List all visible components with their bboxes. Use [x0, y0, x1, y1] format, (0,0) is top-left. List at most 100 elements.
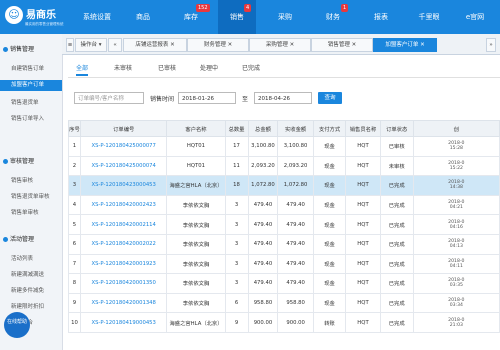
order-number-link[interactable]: XS-P-120180420001348: [79, 292, 168, 314]
quantity: 3: [224, 214, 249, 235]
nav-e-website[interactable]: e官网: [456, 0, 494, 34]
total-amount: 3,100.80: [247, 136, 279, 157]
sidebar-section-sales[interactable]: 销售管理: [3, 44, 34, 53]
total-amount: 479.40: [247, 194, 279, 216]
table-row[interactable]: 4 XS-P-120180420002423 李依依文胸 3 479.40 479.40 现…: [68, 194, 500, 216]
subtab-processing[interactable]: 处理中: [200, 63, 218, 72]
pay-method: 现金: [312, 253, 347, 275]
order-status: 已完成: [379, 175, 414, 196]
created-date: 2018-0 04:16: [412, 214, 500, 235]
customer-name: 海盛之宫HLA（北京）: [166, 312, 226, 333]
order-number-link[interactable]: XS-P-120180420002114: [79, 214, 168, 235]
paid-amount: 479.40: [277, 194, 314, 216]
logo-icon: ☺: [5, 6, 23, 24]
nav-purchase[interactable]: 采购: [266, 0, 304, 34]
nav-sales[interactable]: 销售 4: [218, 0, 256, 34]
nav-qianliyan[interactable]: 千里眼: [410, 0, 448, 34]
sales-badge: 4: [244, 4, 252, 12]
quantity: 17: [224, 136, 249, 157]
tab-sales[interactable]: 销售管理 ✕: [311, 38, 373, 52]
total-amount: 479.40: [247, 273, 279, 294]
sidebar-item-sales-review[interactable]: 销售审核: [11, 176, 33, 184]
created-time-line: 04:21: [449, 205, 463, 211]
order-status: 未审核: [379, 155, 414, 177]
nav-finance[interactable]: 财务 1: [314, 0, 352, 34]
subtab-all[interactable]: 全部: [76, 63, 89, 76]
order-status: 已完成: [379, 273, 414, 294]
customer-name: HQT01: [166, 155, 226, 177]
sidebar-item-new-multi[interactable]: 新建多件减免: [11, 286, 44, 294]
paid-amount: 900.00: [277, 312, 314, 333]
customer-name: 李依依文胸: [166, 214, 226, 235]
order-number-link[interactable]: XS-P-120180419000453: [79, 312, 168, 333]
order-number-link[interactable]: XS-P-120180423000453: [79, 175, 168, 196]
tab-franchise-order[interactable]: 加盟客户订单 ✕: [373, 38, 437, 52]
menu-toggle-icon[interactable]: ≡: [66, 38, 74, 52]
nav-system-settings[interactable]: 系统设置: [78, 0, 116, 34]
table-row[interactable]: 3 XS-P-120180423000453 海盛之宫HLA（北京） 18 1,072.…: [68, 175, 500, 196]
table-row[interactable]: 6 XS-P-120180420002022 李依依文胸 3 479.40 479.40 现…: [68, 233, 500, 255]
date-from-field[interactable]: 2018-01-26: [178, 92, 236, 104]
tabs-prev-icon[interactable]: «: [108, 38, 122, 52]
sidebar-item-new-discount[interactable]: 新建满减满送: [11, 270, 44, 278]
nav-inventory[interactable]: 库存 152: [172, 0, 210, 34]
order-number-link[interactable]: XS-P-120180420001923: [79, 253, 168, 275]
logo-name: 易商乐: [26, 10, 56, 21]
sidebar-item-self-order[interactable]: 自建销售订单: [11, 64, 44, 72]
row-index: 5: [68, 214, 81, 235]
pay-method: 现金: [312, 136, 347, 157]
table-row[interactable]: 5 XS-P-120180420002114 李依依文胸 3 479.40 479.40 现…: [68, 214, 500, 235]
tab-store-report[interactable]: 店铺运营报表 ✕: [123, 38, 187, 52]
date-to-field[interactable]: 2018-04-26: [254, 92, 312, 104]
sidebar-item-order-import[interactable]: 销售订单导入: [11, 114, 44, 122]
time-label: 销售时间: [150, 96, 175, 103]
sidebar-item-franchise-order[interactable]: 加盟客户订单: [0, 80, 62, 91]
created-time-line: 04:16: [449, 224, 463, 230]
paid-amount: 479.40: [277, 273, 314, 294]
row-index: 3: [68, 175, 81, 196]
table-row[interactable]: 7 XS-P-120180420001923 李依依文胸 3 479.40 479.40 现…: [68, 253, 500, 275]
app-logo[interactable]: ☺ 易商乐 最实用的零售业管理系统: [3, 3, 65, 31]
table-row[interactable]: 8 XS-P-120180420001350 李依依文胸 3 479.40 479.40 现…: [68, 273, 500, 294]
tab-finance[interactable]: 财务管理 ✕: [187, 38, 249, 52]
sidebar-section-activity[interactable]: 活动管理: [3, 234, 34, 243]
sidebar-item-bill-review[interactable]: 销售单审核: [11, 208, 39, 216]
nav-reports[interactable]: 报表: [362, 0, 400, 34]
sidebar-section-review[interactable]: 审核管理: [3, 156, 34, 165]
status-filter-tabs: 全部 未审核 已审核 处理中 已完成: [68, 61, 500, 78]
search-input[interactable]: 订单编号/客户名称: [74, 92, 144, 104]
finance-badge: 1: [341, 4, 349, 12]
created-date: 2018-0 21:03: [412, 312, 500, 333]
col-qty: 总数量: [224, 120, 249, 137]
subtab-completed[interactable]: 已完成: [242, 63, 260, 72]
sidebar-item-activity-list[interactable]: 活动列表: [11, 254, 33, 262]
table-row[interactable]: 1 XS-P-120180425000077 HQT01 17 3,100.80 3,10…: [68, 136, 500, 157]
filter-bar: 订单编号/客户名称 销售时间 2018-01-26 至 2018-04-26 查…: [74, 92, 494, 106]
query-button[interactable]: 查询: [318, 92, 342, 104]
tabs-next-icon[interactable]: »: [486, 38, 496, 52]
subtab-unreviewed[interactable]: 未审核: [114, 63, 132, 72]
subtab-reviewed[interactable]: 已审核: [158, 63, 176, 72]
col-status: 订单状态: [379, 120, 414, 137]
col-index: 序号: [68, 120, 81, 137]
online-help-button[interactable]: 在线帮助: [4, 312, 30, 338]
quantity: 3: [224, 233, 249, 255]
order-number-link[interactable]: XS-P-120180420002022: [79, 233, 168, 255]
quantity: 18: [224, 175, 249, 196]
sidebar-item-sales-return[interactable]: 销售退货单: [11, 98, 39, 106]
order-number-link[interactable]: XS-P-120180425000074: [79, 155, 168, 177]
table-row[interactable]: 9 XS-P-120180420001348 李依依文胸 6 958.80 958.80 现…: [68, 292, 500, 314]
order-number-link[interactable]: XS-P-120180420001350: [79, 273, 168, 294]
table-row[interactable]: 2 XS-P-120180425000074 HQT01 11 2,093.20 2,09…: [68, 155, 500, 177]
order-number-link[interactable]: XS-P-120180425000077: [79, 136, 168, 157]
pay-method: 转账: [312, 312, 347, 333]
tab-purchase[interactable]: 采购管理 ✕: [249, 38, 311, 52]
ops-desk-tab[interactable]: 操作台 ▾: [75, 38, 107, 52]
sidebar-item-return-review[interactable]: 销售退货单审核: [11, 192, 50, 200]
seller-name: HQT: [345, 136, 381, 157]
table-row[interactable]: 10 XS-P-120180419000453 海盛之宫HLA（北京） 9 900.00…: [68, 312, 500, 333]
total-amount: 958.80: [247, 292, 279, 314]
sidebar-item-new-flash[interactable]: 新建限时折扣: [11, 302, 44, 310]
order-number-link[interactable]: XS-P-120180420002423: [79, 194, 168, 216]
nav-products[interactable]: 商品: [124, 0, 162, 34]
